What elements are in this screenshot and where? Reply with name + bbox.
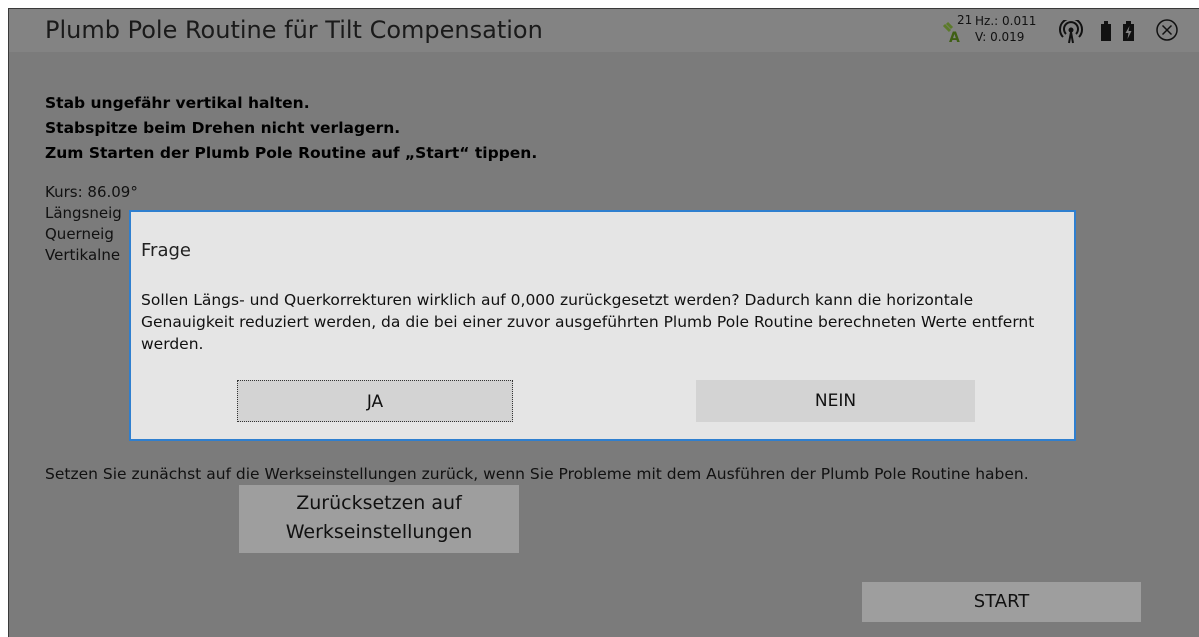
instructions: Stab ungefähr vertikal halten. Stabspitz… bbox=[45, 91, 537, 166]
hz-v-readout: Hz.: 0.011 V: 0.019 bbox=[975, 13, 1036, 45]
yes-button[interactable]: JA bbox=[237, 380, 513, 422]
instruction-line: Stabspitze beim Drehen nicht verlagern. bbox=[45, 119, 401, 137]
dialog-message: Sollen Längs- und Querkorrekturen wirkli… bbox=[141, 291, 1035, 353]
v-value: V: 0.019 bbox=[975, 30, 1025, 44]
satellite-letter: A bbox=[949, 30, 960, 43]
hz-value: Hz.: 0.011 bbox=[975, 14, 1037, 28]
title-bar: Plumb Pole Routine für Tilt Compensation… bbox=[9, 9, 1199, 52]
reset-note: Setzen Sie zunächst auf die Werkseinstel… bbox=[45, 465, 1029, 483]
screen: Plumb Pole Routine für Tilt Compensation… bbox=[0, 0, 1199, 637]
page-title: Plumb Pole Routine für Tilt Compensation bbox=[45, 16, 543, 44]
satellite-count: 21 bbox=[957, 13, 973, 27]
radio-icon[interactable] bbox=[1059, 20, 1083, 44]
reset-button-line2: Werkseinstellungen bbox=[285, 521, 473, 543]
battery-icon bbox=[1101, 21, 1111, 41]
close-icon[interactable] bbox=[1155, 18, 1179, 42]
battery-charging-icon bbox=[1123, 21, 1134, 41]
dialog-title: Frage bbox=[141, 240, 191, 261]
confirm-dialog: Frage Sollen Längs- und Querkorrekturen … bbox=[129, 210, 1076, 441]
instruction-line: Zum Starten der Plumb Pole Routine auf „… bbox=[45, 144, 538, 162]
factory-reset-button[interactable]: Zurücksetzen auf Werkseinstellungen bbox=[239, 485, 519, 553]
tilt-info: Kurs: 86.09° Längsneig Querneig Vertikal… bbox=[45, 182, 138, 266]
kurs-value: Kurs: 86.09° bbox=[45, 183, 138, 201]
instruction-line: Stab ungefähr vertikal halten. bbox=[45, 94, 310, 112]
querneigung-label: Querneig bbox=[45, 225, 114, 243]
start-button[interactable]: START bbox=[862, 582, 1141, 622]
reset-button-line1: Zurücksetzen auf bbox=[296, 492, 462, 514]
laengsneigung-label: Längsneig bbox=[45, 204, 122, 222]
no-button[interactable]: NEIN bbox=[696, 380, 975, 422]
vertikalneigung-label: Vertikalne bbox=[45, 246, 121, 264]
